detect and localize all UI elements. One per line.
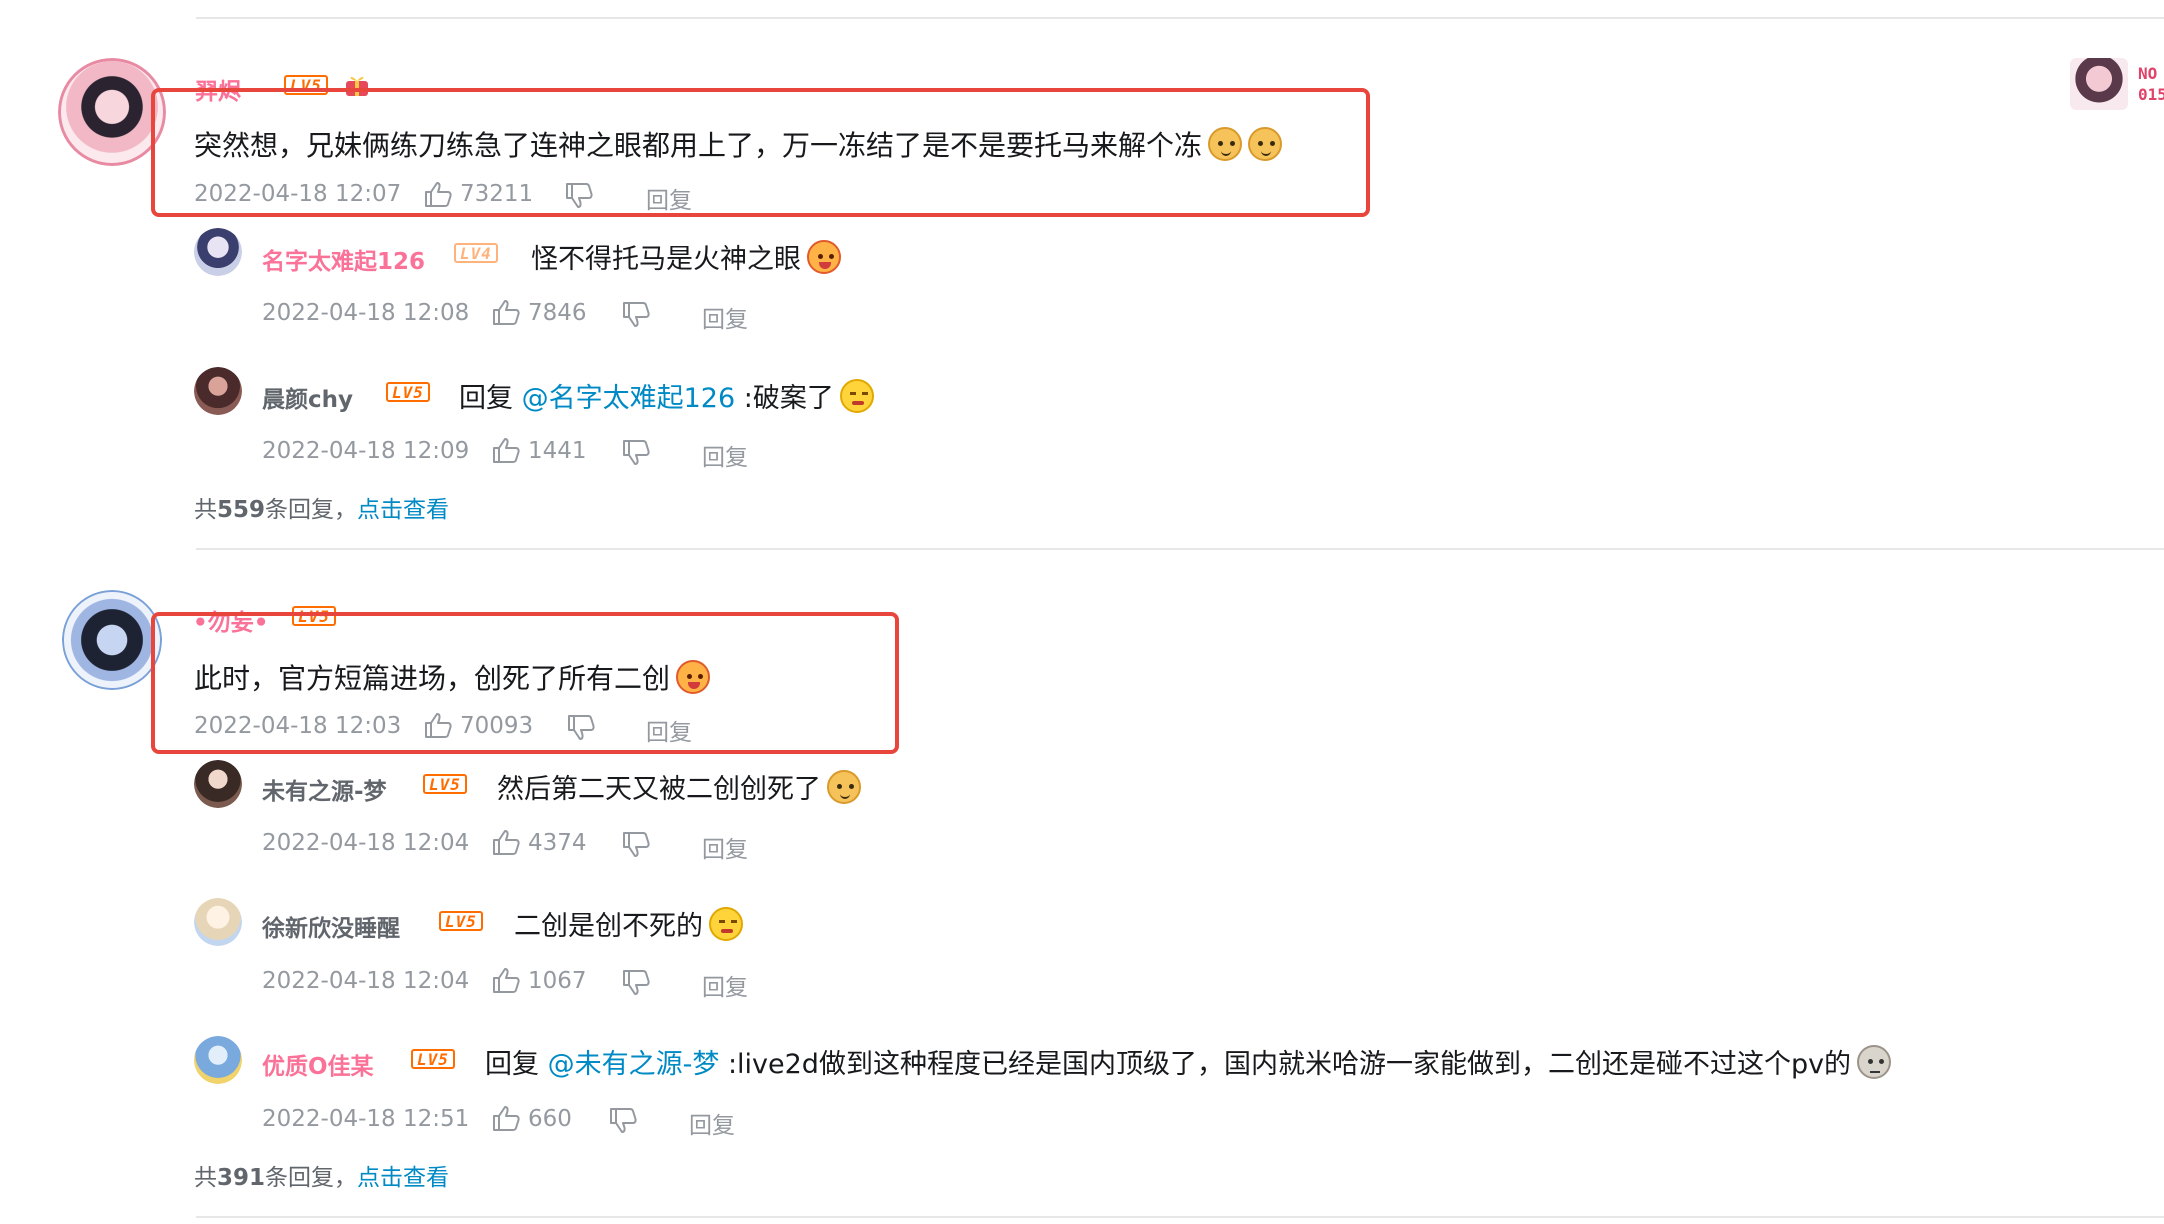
reply-level-badge: LV5 [386, 382, 430, 402]
summary-count: 559 [217, 497, 266, 523]
reply-prefix: 回复 [459, 383, 513, 414]
reply-time: 2022-04-18 12:04 [262, 830, 470, 856]
thumbs-up-icon[interactable] [491, 1104, 521, 1132]
replies-summary: 共559条回复，点击查看 [194, 490, 449, 524]
reply-level-badge: LV5 [411, 1049, 455, 1069]
highlight-box [151, 88, 1370, 217]
doge-emoji-icon [827, 770, 861, 804]
mention-link[interactable]: @名字太难起126 [522, 383, 736, 414]
highlight-box [151, 612, 899, 754]
reply-avatar[interactable] [194, 898, 242, 946]
thumbs-up-icon[interactable] [491, 966, 521, 994]
reply-username[interactable]: 徐新欣没睡醒 [262, 909, 400, 943]
reply-level-badge: LV4 [454, 243, 498, 263]
doge-rose-emoji-icon [807, 240, 841, 274]
thumbs-down-icon[interactable] [608, 1107, 638, 1135]
avatar[interactable] [58, 58, 166, 166]
like-count: 7846 [528, 300, 587, 326]
reply-text-body: :live2d做到这种程度已经是国内顶级了，国内就米哈游一家能做到，二创还是碰不… [727, 1049, 1852, 1080]
thumbs-down-icon[interactable] [621, 439, 651, 467]
reply-button[interactable]: 回复 [702, 968, 748, 1002]
thumbs-down-icon[interactable] [621, 969, 651, 997]
thumbs-up-icon[interactable] [491, 298, 521, 326]
like-count: 660 [528, 1106, 572, 1132]
reply-time: 2022-04-18 12:08 [262, 300, 470, 326]
side-card[interactable]: NO 015 [2070, 58, 2164, 118]
reply-text: 然后第二天又被二创创死了 [497, 767, 861, 806]
reply-time: 2022-04-18 12:09 [262, 438, 470, 464]
reply-button[interactable]: 回复 [702, 300, 748, 334]
reply-text: 回复 @名字太难起126 :破案了 [459, 376, 874, 415]
summary-count: 391 [217, 1165, 266, 1191]
reply-username[interactable]: 名字太难起126 [262, 242, 425, 276]
like-count: 4374 [528, 830, 587, 856]
dog-face-emoji-icon [1857, 1045, 1892, 1079]
reply-avatar[interactable] [194, 367, 242, 415]
thumbs-up-icon[interactable] [491, 436, 521, 464]
thumbs-up-icon[interactable] [491, 828, 521, 856]
summary-prefix: 共 [194, 1165, 217, 1191]
reply-text-body: 二创是创不死的 [514, 911, 703, 942]
like-count: 1441 [528, 438, 587, 464]
view-replies-link[interactable]: 点击查看 [357, 1165, 449, 1191]
reply-avatar[interactable] [194, 760, 242, 808]
reply-button[interactable]: 回复 [702, 830, 748, 864]
reply-text-body: :破案了 [743, 383, 834, 414]
top-divider [196, 17, 2164, 19]
reply-username[interactable]: 优质O佳某 [262, 1047, 374, 1081]
reply-button[interactable]: 回复 [702, 438, 748, 472]
reply-level-badge: LV5 [439, 911, 483, 931]
view-replies-link[interactable]: 点击查看 [357, 497, 449, 523]
summary-suffix: 条回复， [265, 1165, 358, 1191]
reply-username[interactable]: 未有之源-梦 [262, 772, 387, 806]
reply-time: 2022-04-18 12:04 [262, 968, 470, 994]
summary-suffix: 条回复， [265, 497, 358, 523]
reply-text-body: 然后第二天又被二创创死了 [497, 774, 821, 805]
reply-avatar[interactable] [194, 228, 242, 276]
summary-prefix: 共 [194, 497, 217, 523]
thumbs-down-icon[interactable] [621, 831, 651, 859]
reply-level-badge: LV5 [423, 774, 467, 794]
side-card-line1: NO [2138, 64, 2158, 83]
bottom-divider [196, 1216, 2164, 1218]
reply-text: 怪不得托马是火神之眼 [531, 237, 841, 276]
reply-prefix: 回复 [485, 1049, 539, 1080]
smirk-emoji-icon [709, 907, 743, 941]
comment-divider [196, 548, 2164, 550]
reply-button[interactable]: 回复 [689, 1106, 735, 1140]
avatar[interactable] [62, 590, 162, 690]
like-count: 1067 [528, 968, 587, 994]
side-card-avatar [2070, 58, 2128, 110]
mention-link[interactable]: @未有之源-梦 [548, 1049, 720, 1080]
tongue-face-emoji-icon [839, 379, 874, 413]
reply-text: 回复 @未有之源-梦 :live2d做到这种程度已经是国内顶级了，国内就米哈游一… [485, 1042, 1892, 1081]
reply-text: 二创是创不死的 [514, 904, 743, 943]
reply-avatar[interactable] [194, 1036, 242, 1084]
side-card-line2: 015 [2138, 85, 2164, 104]
reply-username[interactable]: 晨颜chy [262, 380, 353, 414]
replies-summary: 共391条回复，点击查看 [194, 1158, 449, 1192]
thumbs-down-icon[interactable] [621, 301, 651, 329]
reply-text-body: 怪不得托马是火神之眼 [531, 244, 801, 275]
reply-time: 2022-04-18 12:51 [262, 1106, 470, 1132]
